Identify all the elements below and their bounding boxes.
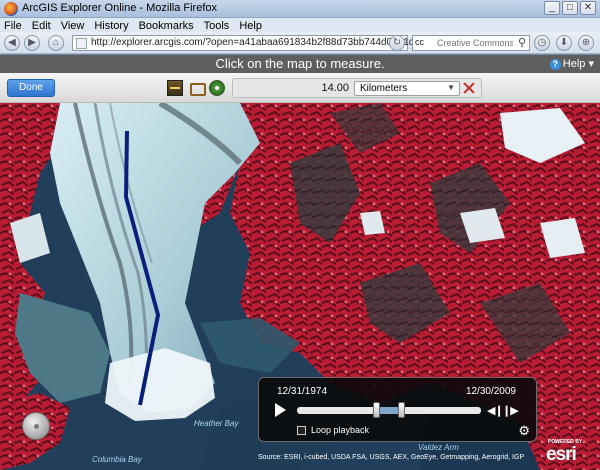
forward-icon[interactable]: ▶	[24, 35, 40, 51]
menu-history[interactable]: History	[89, 19, 133, 33]
search-input[interactable]	[437, 37, 513, 49]
history-icon[interactable]: ◷	[534, 35, 550, 51]
esri-logo: POWERED BY esri	[546, 439, 594, 467]
done-button[interactable]: Done	[7, 79, 55, 97]
instruction-text: Click on the map to measure.	[215, 56, 385, 71]
minimize-button[interactable]: _	[544, 1, 560, 15]
time-start-date: 12/31/1974	[277, 386, 328, 397]
esri-logo-word: esri	[546, 444, 577, 465]
loop-playback-label: Loop playback	[311, 425, 370, 435]
help-label: Help ▾	[562, 58, 594, 70]
window-title: ArcGIS Explorer Online - Mozilla Firefox	[22, 2, 217, 14]
loop-playback-checkbox[interactable]	[297, 426, 306, 435]
bookmark-star-icon[interactable]: ☆	[379, 36, 389, 49]
navigation-toolbar: ◀ ▶ ⌂ http://explorer.arcgis.com/?open=a…	[0, 32, 600, 54]
help-menu[interactable]: ? Help ▾	[549, 57, 594, 70]
time-end-date: 12/30/2009	[465, 386, 516, 397]
menu-bar: File Edit View History Bookmarks Tools Help	[0, 18, 600, 32]
maximize-button[interactable]: □	[562, 1, 578, 15]
time-slider-end-handle[interactable]	[398, 402, 406, 418]
search-box[interactable]: cc ⚲	[412, 35, 530, 51]
measure-area-icon[interactable]	[188, 80, 206, 96]
chevron-down-icon: ▼	[447, 83, 455, 92]
menu-bookmarks[interactable]: Bookmarks	[134, 19, 199, 33]
play-icon[interactable]	[275, 403, 286, 417]
menu-file[interactable]: File	[0, 19, 27, 33]
time-slider-start-handle[interactable]	[372, 402, 380, 418]
map-label-columbia-bay: Columbia Bay	[92, 455, 142, 464]
unit-value: Kilometers	[360, 83, 408, 94]
window-controls: _ □ ✕	[544, 1, 596, 15]
home-icon[interactable]: ⌂	[48, 35, 64, 51]
close-button[interactable]: ✕	[580, 1, 596, 15]
unit-select[interactable]: Kilometers ▼	[354, 81, 460, 96]
step-forward-icon[interactable]: ❙▶	[502, 404, 519, 417]
map-credits: Source: ESRI, i-cubed, USDA FSA, USGS, A…	[258, 454, 525, 461]
clear-measure-icon[interactable]	[462, 81, 476, 95]
map-view[interactable]: Heather Bay Columbia Bay Valdez Arm 12/3…	[0, 103, 600, 470]
menu-help[interactable]: Help	[234, 19, 267, 33]
measure-toolbar: Done 14.00 Kilometers ▼	[0, 73, 600, 103]
window-titlebar: ArcGIS Explorer Online - Mozilla Firefox…	[0, 0, 600, 18]
menu-tools[interactable]: Tools	[199, 19, 235, 33]
menu-view[interactable]: View	[56, 19, 90, 33]
back-icon[interactable]: ◀	[4, 35, 20, 51]
zoom-icon[interactable]: ⊕	[578, 35, 594, 51]
menu-edit[interactable]: Edit	[27, 19, 56, 33]
search-engine-icon[interactable]: cc	[415, 37, 424, 47]
measure-result: 14.00 Kilometers ▼	[232, 78, 482, 98]
time-slider-panel: 12/31/1974 12/30/2009 ◀❙ ❙▶ Loop playbac…	[258, 377, 537, 442]
location-icon[interactable]	[209, 80, 225, 96]
favicon-icon	[76, 38, 87, 49]
measure-distance-icon[interactable]	[167, 80, 183, 96]
map-label-valdez-arm: Valdez Arm	[418, 443, 459, 452]
gear-icon[interactable]: ⚙	[518, 424, 530, 437]
navigation-control-icon[interactable]	[22, 412, 50, 440]
step-back-icon[interactable]: ◀❙	[487, 404, 504, 417]
download-icon[interactable]: ⬇	[556, 35, 572, 51]
firefox-logo-icon	[4, 2, 18, 16]
refresh-icon[interactable]: ↻	[389, 35, 405, 51]
measure-value: 14.00	[321, 82, 349, 94]
url-bar[interactable]: http://explorer.arcgis.com/?open=a41abaa…	[72, 35, 414, 51]
search-icon[interactable]: ⚲	[518, 36, 526, 49]
instruction-banner: Click on the map to measure. ? Help ▾	[0, 55, 600, 73]
map-label-heather-bay: Heather Bay	[194, 419, 239, 428]
url-text: http://explorer.arcgis.com/?open=a41abaa…	[91, 37, 414, 48]
help-icon: ?	[549, 59, 561, 70]
